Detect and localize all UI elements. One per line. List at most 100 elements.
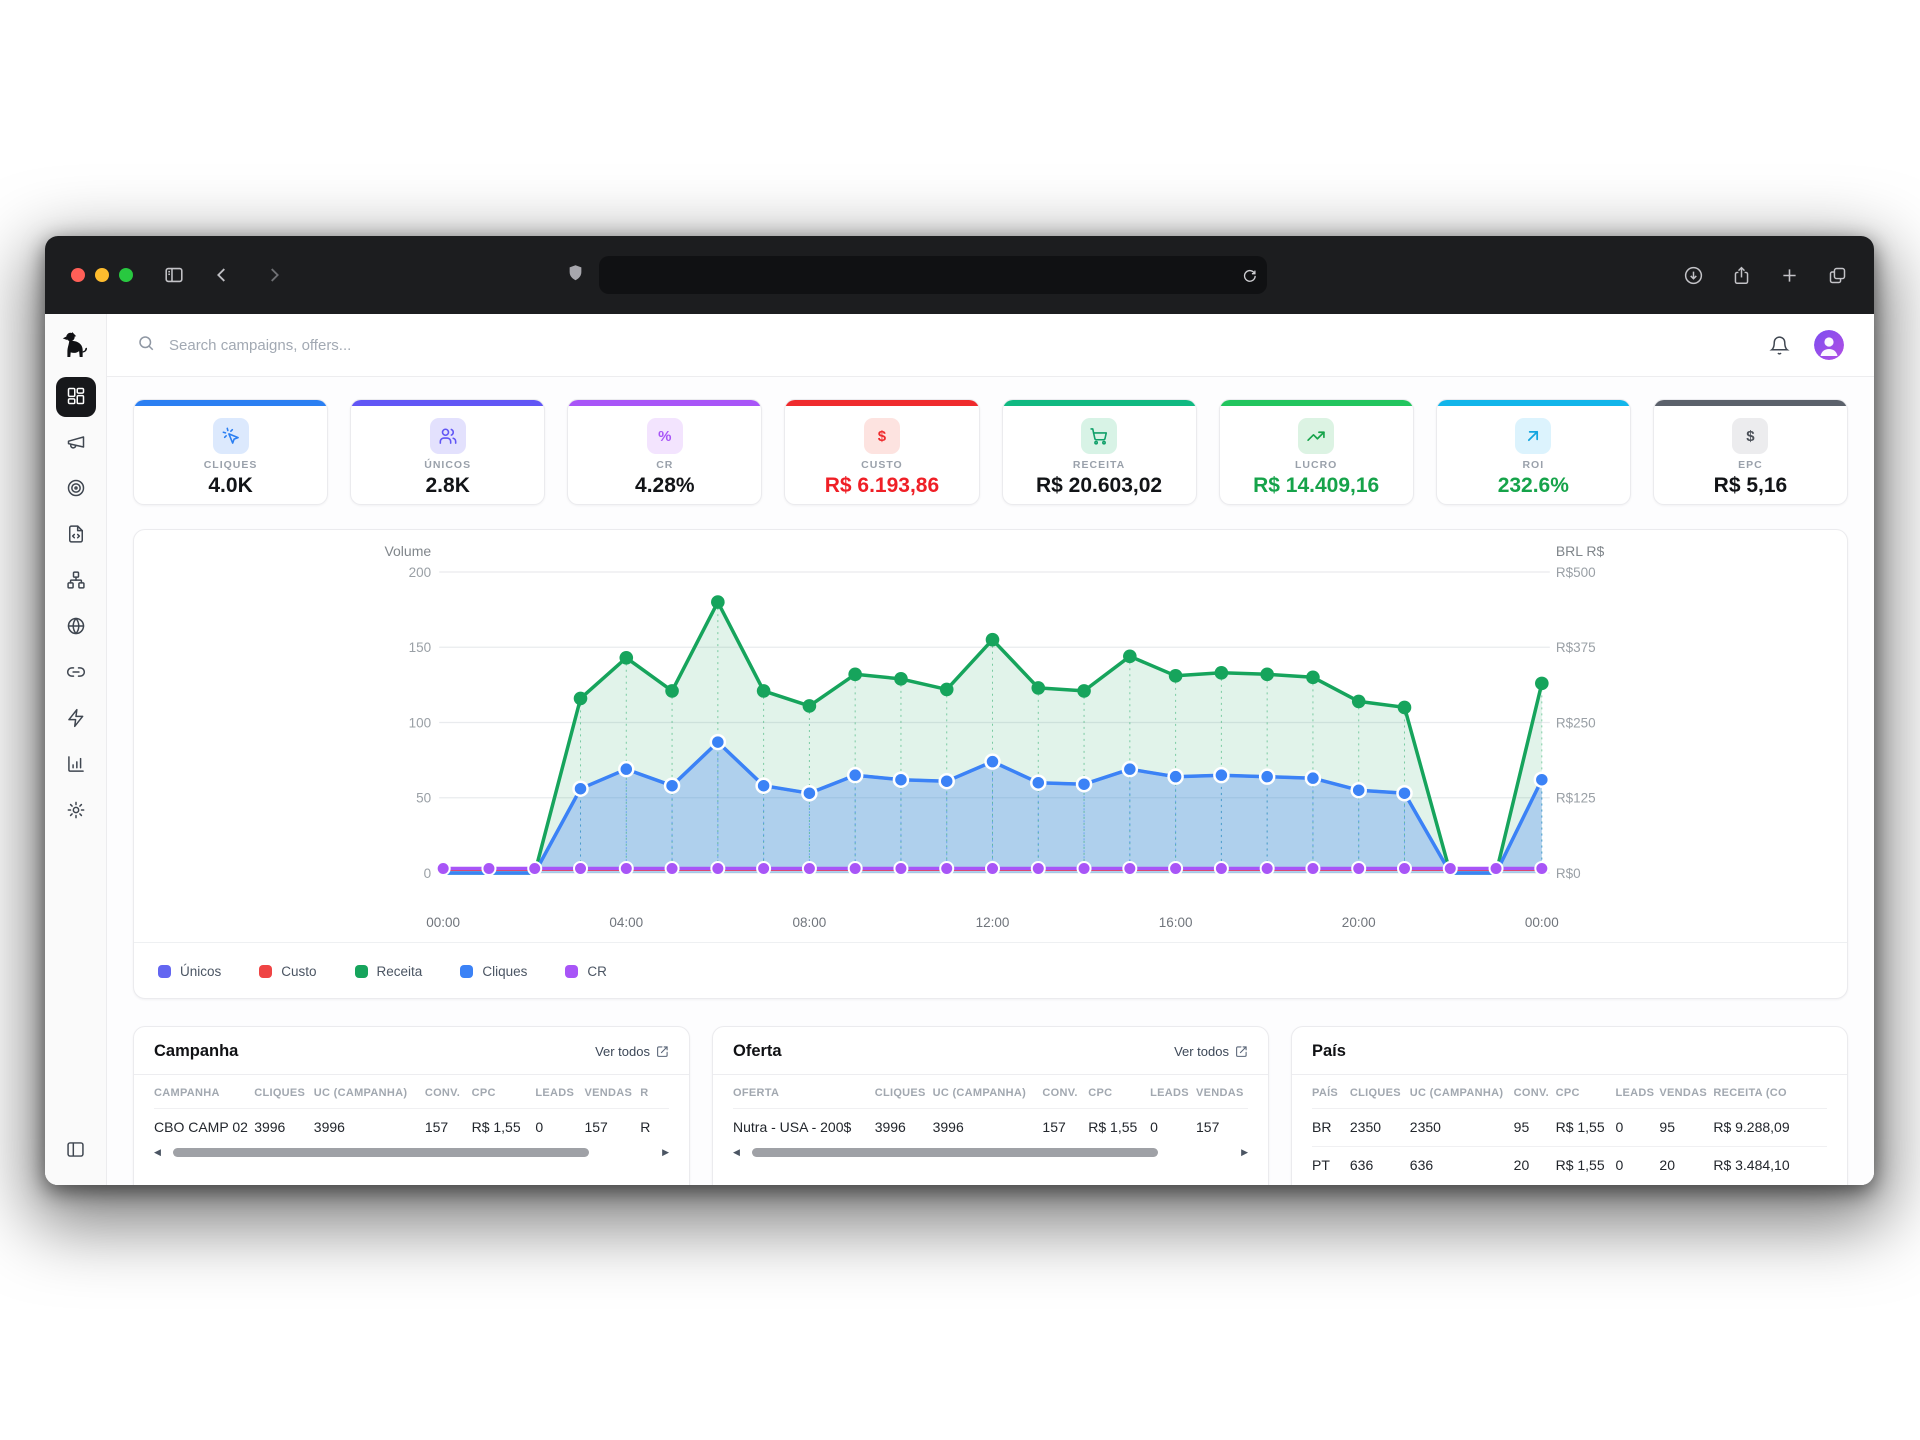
reload-icon[interactable] <box>1241 267 1258 284</box>
kpi-icon-chip: $ <box>864 418 900 454</box>
kpi-value: 4.0K <box>134 474 327 498</box>
kpi-icon-chip <box>1515 418 1551 454</box>
browser-titlebar <box>45 236 1874 314</box>
table-col-header: CLIQUES <box>1350 1075 1410 1109</box>
dashboard-app: CLIQUES4.0KÚNICOS2.8K%CR4.28%$CUSTOR$ 6.… <box>45 314 1874 1185</box>
performance-chart-card: VolumeBRL R$0R$050R$125100R$250150R$3752… <box>133 529 1848 999</box>
scrollbar-track[interactable] <box>746 1147 1235 1157</box>
table-cell: Nutra - USA - 200$ <box>733 1109 875 1147</box>
table-col-header: UC (CAMPANHA) <box>314 1075 425 1109</box>
table-cell: BR <box>1312 1109 1350 1147</box>
legend-item-receita[interactable]: Receita <box>355 964 423 979</box>
legend-item-cliques[interactable]: Cliques <box>460 964 527 979</box>
tab-overview-icon[interactable] <box>1827 265 1848 286</box>
dog-logo[interactable] <box>59 327 93 363</box>
scrollbar-thumb[interactable] <box>173 1148 589 1157</box>
table-col-header: CAMPANHA <box>154 1075 254 1109</box>
minimize-button[interactable] <box>95 268 109 282</box>
scroll-left-icon[interactable]: ◀ <box>733 1148 740 1157</box>
sidebar-item-automation[interactable] <box>56 699 96 739</box>
downloads-icon[interactable] <box>1683 265 1704 286</box>
collapse-sidebar-icon[interactable] <box>56 1129 96 1169</box>
table-col-header: RECEITA (CO <box>1713 1075 1827 1109</box>
sidebar-item-campaigns[interactable] <box>56 423 96 463</box>
kpi-card-cliques: CLIQUES4.0K <box>133 399 328 505</box>
app-topbar <box>107 314 1874 377</box>
horizontal-scrollbar: ◀▶ <box>713 1146 1268 1157</box>
kpi-accent-bar <box>1654 400 1847 406</box>
legend-swatch <box>158 965 171 978</box>
table-title: País <box>1312 1042 1346 1061</box>
forward-icon[interactable] <box>263 264 285 286</box>
sidebar-item-dashboard[interactable] <box>56 377 96 417</box>
legend-item-custo[interactable]: Custo <box>259 964 316 979</box>
table-cell: 95 <box>1514 1109 1556 1147</box>
table-col-header: LEADS <box>535 1075 584 1109</box>
back-icon[interactable] <box>211 264 233 286</box>
svg-text:08:00: 08:00 <box>792 915 826 930</box>
kpi-card-roi: ROI232.6% <box>1436 399 1631 505</box>
sidebar-item-domains[interactable] <box>56 607 96 647</box>
scroll-right-icon[interactable]: ▶ <box>662 1148 669 1157</box>
main-area: CLIQUES4.0KÚNICOS2.8K%CR4.28%$CUSTOR$ 6.… <box>107 314 1874 1185</box>
sidebar-item-offers[interactable] <box>56 469 96 509</box>
titlebar-actions <box>1683 265 1848 286</box>
dashboard-content: CLIQUES4.0KÚNICOS2.8K%CR4.28%$CUSTOR$ 6.… <box>107 377 1874 1185</box>
kpi-accent-bar <box>1220 400 1413 406</box>
kpi-value: 2.8K <box>351 474 544 498</box>
kpi-label: CR <box>568 459 761 471</box>
share-icon[interactable] <box>1731 265 1752 286</box>
view-all-link[interactable]: Ver todos <box>1174 1044 1248 1059</box>
table-cell: R <box>640 1109 669 1147</box>
table-card-header: CampanhaVer todos <box>134 1027 689 1075</box>
table-card-campanha: CampanhaVer todosCAMPANHACLIQUESUC (CAMP… <box>133 1026 690 1185</box>
table-cell: PT <box>1312 1147 1350 1185</box>
sidebar-item-landing-pages[interactable] <box>56 515 96 555</box>
sidebar-item-reports[interactable] <box>56 745 96 785</box>
legend-item-cr[interactable]: CR <box>565 964 607 979</box>
percent-icon: % <box>658 428 671 445</box>
table-col-header: CONV. <box>1042 1075 1088 1109</box>
kpi-card-lucro: LUCROR$ 14.409,16 <box>1219 399 1414 505</box>
notifications-bell-icon[interactable] <box>1769 335 1790 356</box>
new-tab-icon[interactable] <box>1779 265 1800 286</box>
kpi-label: ÚNICOS <box>351 459 544 471</box>
dollar-icon: $ <box>1746 428 1754 445</box>
table-row: CBO CAMP 0239963996157R$ 1,550157R <box>154 1109 669 1147</box>
link-icon <box>66 662 86 685</box>
user-avatar[interactable] <box>1814 330 1844 360</box>
sidebar-item-flows[interactable] <box>56 561 96 601</box>
table-cell: R$ 1,55 <box>1088 1109 1150 1147</box>
kpi-accent-bar <box>1437 400 1630 406</box>
svg-text:R$250: R$250 <box>1556 716 1596 731</box>
table-cell: 0 <box>535 1109 584 1147</box>
scroll-left-icon[interactable]: ◀ <box>154 1148 161 1157</box>
legend-item-únicos[interactable]: Únicos <box>158 964 221 979</box>
sidebar-item-links[interactable] <box>56 653 96 693</box>
search-input[interactable] <box>169 337 1755 354</box>
zoom-button[interactable] <box>119 268 133 282</box>
table-card-header: País <box>1292 1027 1847 1075</box>
scroll-right-icon[interactable]: ▶ <box>1241 1148 1248 1157</box>
svg-text:12:00: 12:00 <box>976 915 1010 930</box>
trending-up-icon <box>1306 426 1326 446</box>
close-button[interactable] <box>71 268 85 282</box>
table-col-header: OFERTA <box>733 1075 875 1109</box>
scrollbar-thumb[interactable] <box>752 1148 1158 1157</box>
file-code-icon <box>66 524 86 547</box>
cursor-click-icon <box>221 426 241 446</box>
scrollbar-track[interactable] <box>167 1147 656 1157</box>
svg-text:50: 50 <box>416 791 431 806</box>
view-all-link[interactable]: Ver todos <box>595 1044 669 1059</box>
table-cell: 20 <box>1659 1147 1713 1185</box>
traffic-lights <box>71 268 133 282</box>
table-col-header: CPC <box>472 1075 536 1109</box>
sidebar-toggle-icon[interactable] <box>163 264 185 286</box>
table-cell: 95 <box>1659 1109 1713 1147</box>
table-cell: 0 <box>1150 1109 1196 1147</box>
privacy-shield-icon[interactable] <box>566 262 585 289</box>
address-bar[interactable] <box>599 256 1267 294</box>
grid-icon <box>66 386 86 409</box>
sidebar-item-settings[interactable] <box>56 791 96 831</box>
kpi-icon-chip: $ <box>1732 418 1768 454</box>
